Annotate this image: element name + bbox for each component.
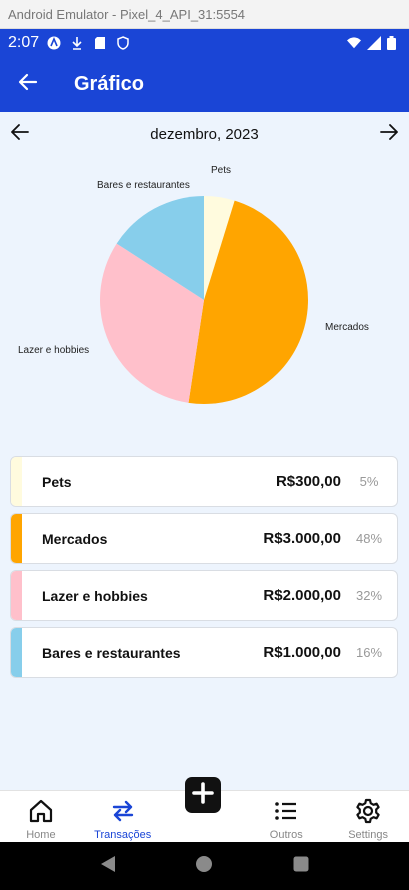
battery-icon [387, 35, 401, 50]
category-amount: R$300,00 [275, 473, 341, 490]
arrow-left-icon [10, 123, 30, 146]
category-percent: 5% [359, 474, 379, 489]
android-icon [47, 36, 61, 50]
category-list: Pets R$300,00 5% Mercados R$3.000,00 48% Lazer… [10, 456, 398, 684]
arrow-right-icon [379, 123, 399, 146]
nav-label-transactions: Transações [94, 829, 152, 841]
system-back-button[interactable] [99, 855, 117, 878]
system-nav-bar [0, 842, 409, 890]
category-color-bar [11, 571, 22, 620]
category-name: Mercados [42, 530, 108, 547]
pie-chart-svg [100, 196, 308, 404]
next-month-button[interactable] [369, 120, 409, 148]
emulator-title: Android Emulator - Pixel_4_API_31:5554 [0, 0, 409, 29]
category-name: Pets [42, 473, 72, 490]
category-amount: R$2.000,00 [263, 587, 341, 604]
nav-item-transactions[interactable]: Transações [82, 791, 164, 842]
shield-icon [116, 35, 130, 50]
arrow-left-icon [18, 72, 38, 97]
category-amount: R$1.000,00 [263, 644, 341, 661]
category-name: Bares e restaurantes [42, 644, 181, 661]
month-navigator: dezembro, 2023 [0, 120, 409, 148]
pie-chart: Pets Mercados Lazer e hobbies Bares e resta… [0, 156, 409, 426]
status-icons-right [347, 35, 401, 50]
nav-item-settings[interactable]: Settings [327, 791, 409, 842]
nav-label-outros: Outros [269, 829, 303, 841]
prev-month-button[interactable] [0, 120, 40, 148]
pie-slice-label: Pets [211, 165, 232, 176]
status-icons-left [47, 35, 130, 50]
app-bar: Gráfico [0, 56, 409, 112]
home-icon [27, 797, 55, 825]
category-card[interactable]: Lazer e hobbies R$2.000,00 32% [10, 570, 398, 621]
signal-icon [367, 35, 381, 50]
sd-card-icon [93, 36, 107, 50]
nav-label-settings: Settings [348, 829, 388, 841]
nav-item-home[interactable]: Home [0, 791, 82, 842]
category-percent: 16% [355, 645, 383, 660]
pie-slice-label: Lazer e hobbies [18, 345, 90, 356]
status-time: 2:07 [8, 33, 40, 51]
page-title: Gráfico [74, 72, 145, 95]
nav-item-outros[interactable]: Outros [245, 791, 327, 842]
pie-slice-label: Bares e restaurantes [97, 180, 190, 191]
category-color-bar [11, 514, 22, 563]
category-amount: R$3.000,00 [263, 530, 341, 547]
month-label: dezembro, 2023 [150, 125, 259, 143]
category-color-bar [11, 628, 22, 677]
main-content: dezembro, 2023 Pets Mercados Lazer e hobbi… [0, 112, 409, 790]
category-card[interactable]: Bares e restaurantes R$1.000,00 16% [10, 627, 398, 678]
transfer-icon [109, 797, 137, 825]
category-name: Lazer e hobbies [42, 587, 148, 604]
wifi-icon [347, 36, 361, 50]
category-percent: 48% [355, 531, 383, 546]
list-icon [272, 797, 300, 825]
download-icon [70, 36, 84, 50]
category-percent: 32% [355, 588, 383, 603]
status-bar: 2:07 [0, 29, 409, 56]
nav-label-home: Home [26, 829, 56, 841]
category-card[interactable]: Pets R$300,00 5% [10, 456, 398, 507]
pie-slice-label: Mercados [325, 322, 369, 333]
plus-icon [192, 781, 214, 809]
category-card[interactable]: Mercados R$3.000,00 48% [10, 513, 398, 564]
category-color-bar [11, 457, 22, 506]
system-home-button[interactable] [195, 855, 213, 878]
gear-icon [354, 797, 382, 825]
back-button[interactable] [0, 56, 56, 112]
add-transaction-button[interactable] [185, 777, 221, 813]
system-recents-button[interactable] [292, 855, 310, 878]
